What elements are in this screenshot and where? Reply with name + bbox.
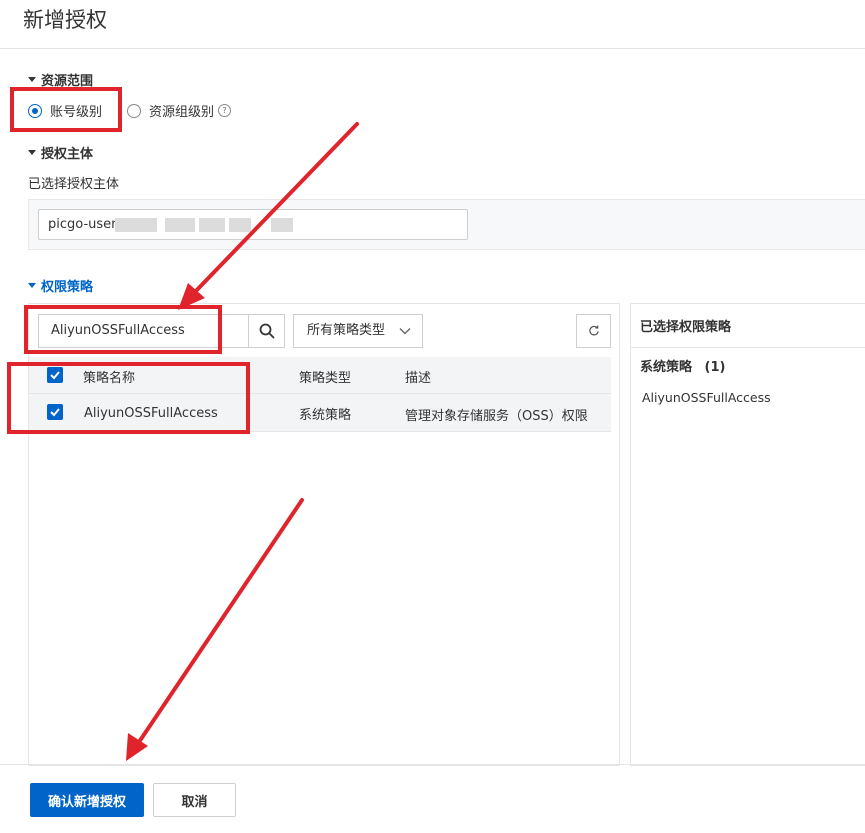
selected-panel-title: 已选择权限策略 [640,320,732,335]
header-divider [0,48,865,49]
table-row[interactable]: AliyunOSSFullAccess 系统策略 管理对象存储服务（OSS）权限 [29,394,611,432]
check-icon [50,408,60,417]
policy-search-input[interactable]: AliyunOSSFullAccess [38,314,249,348]
column-policy-name: 策略名称 [83,371,136,386]
refresh-icon [588,325,599,336]
redacted-block [229,218,251,232]
radio-resource-group-level[interactable]: 资源组级别 ? [127,101,232,120]
column-description: 描述 [405,371,432,386]
radio-account-level[interactable]: 账号级别 [28,101,102,120]
chevron-down-icon [399,328,411,335]
confirm-add-authorization-button[interactable]: 确认新增授权 [30,783,144,817]
redacted-block [199,218,225,232]
policy-heading-label: 权限策略 [41,280,94,295]
principal-input-value: picgo-user- [48,217,121,232]
radio-unchecked-icon [127,103,141,118]
resource-scope-heading[interactable]: 资源范围 [28,70,93,89]
principal-heading-label: 授权主体 [41,147,94,162]
select-all-checkbox[interactable] [47,367,63,383]
refresh-button[interactable] [576,314,611,348]
selected-principal-label: 已选择授权主体 [28,177,120,192]
redacted-block [115,218,157,232]
cancel-button[interactable]: 取消 [153,783,236,817]
caret-down-icon [28,77,36,82]
policy-type-select-value: 所有策略类型 [307,323,386,338]
principal-heading[interactable]: 授权主体 [28,143,93,162]
redacted-block [165,218,195,232]
radio-account-level-label: 账号级别 [50,105,103,120]
row-description: 管理对象存储服务（OSS）权限 [405,409,588,424]
resource-scope-heading-label: 资源范围 [41,74,94,89]
policy-table-header: 策略名称 策略类型 描述 [29,357,611,394]
row-policy-name: AliyunOSSFullAccess [84,406,218,421]
footer-divider [0,764,865,765]
caret-down-icon [28,283,36,288]
row-checkbox[interactable] [47,404,63,420]
radio-checked-icon [28,103,42,118]
policy-type-select[interactable]: 所有策略类型 [293,314,423,348]
redacted-block [271,218,293,232]
selected-group-count: (1) [704,360,726,375]
caret-down-icon [28,150,36,155]
selected-group-heading: 系统策略 (1) [640,356,725,375]
search-button[interactable] [248,314,285,348]
selected-policy-item: AliyunOSSFullAccess [642,390,771,405]
policy-heading[interactable]: 权限策略 [28,276,93,295]
question-circle-icon[interactable]: ? [218,104,232,117]
column-policy-type: 策略类型 [299,371,352,386]
principal-input[interactable]: picgo-user- [38,209,468,240]
check-icon [50,371,60,380]
page-title: 新增授权 [23,8,107,32]
selected-group-label: 系统策略 [640,360,693,375]
row-policy-type: 系统策略 [299,408,352,423]
search-icon [259,323,274,339]
radio-resource-group-level-label: 资源组级别 [149,105,215,120]
